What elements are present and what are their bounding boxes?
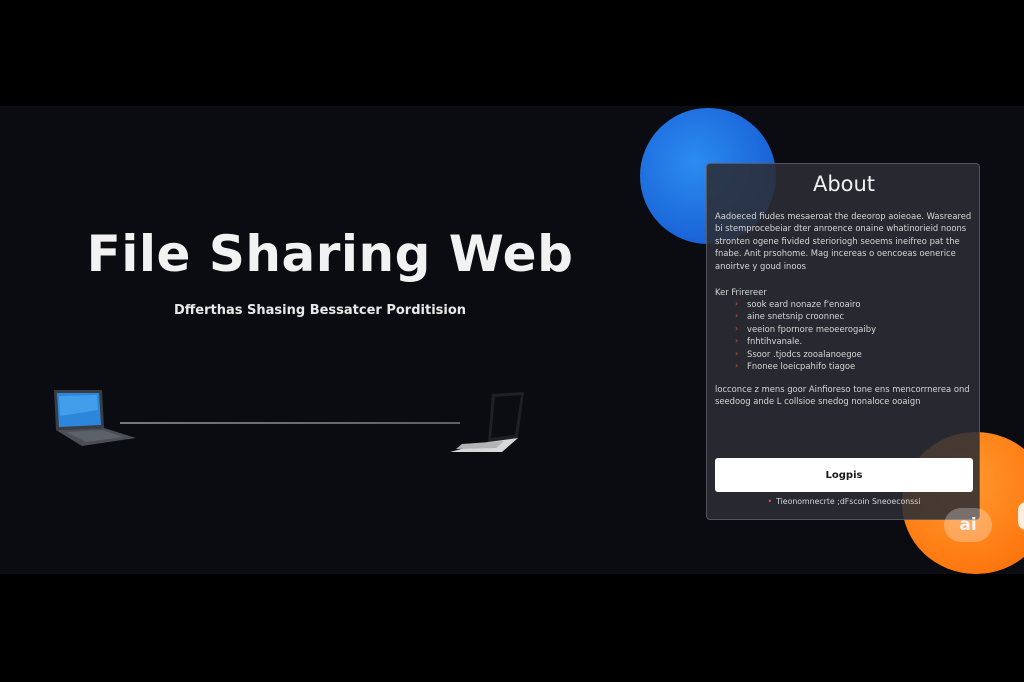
laptop-icon [54, 390, 136, 446]
bullet-marker-icon: › [735, 348, 739, 358]
list-item: › Ssoor .tjodcs zooalanoegoe [735, 348, 955, 360]
footer-note: • Tieonomnecrte ;dFscoin Sneoeconssi [707, 496, 981, 508]
feature-text: Fnonee loeicpahifo tiagoe [747, 361, 856, 372]
feature-text: veeion fpornore meoeerogaiby [747, 323, 877, 334]
bullet-marker-icon: › [735, 361, 739, 371]
page: File Sharing Web Dfferthas Shasing Bessa… [0, 0, 1024, 682]
feature-list: › sook eard nonaze f'enoairo › aine snetsn… [735, 298, 955, 372]
list-item: › sook eard nonaze f'enoairo [735, 298, 955, 310]
bullet-marker-icon: › [735, 323, 739, 333]
hero-stage: File Sharing Web Dfferthas Shasing Bessa… [0, 106, 1024, 574]
list-item: › fnhtihvanale. [735, 335, 955, 347]
footer-marker-icon: • [767, 497, 773, 506]
list-item: › Fnonee loeicpahifo tiagoe [735, 360, 955, 372]
laptop-icon [450, 392, 524, 452]
about-card: About Aadoeced fiudes mesaeroat the deeo… [706, 163, 980, 520]
footer-note-text: Tieonomnecrte ;dFscoin Sneoeconssi [776, 497, 921, 506]
hero-subtitle: Dfferthas Shasing Bessatcer Porditision [173, 303, 467, 318]
list-item: › veeion fpornore meoeerogaiby [735, 323, 955, 335]
edge-handle[interactable] [1018, 502, 1024, 530]
feature-text: fnhtihvanale. [747, 336, 803, 347]
connection-line [120, 422, 460, 424]
login-button[interactable]: Logpis [715, 458, 973, 492]
feature-text: aine snetsnip croonnec [747, 311, 845, 322]
bullet-marker-icon: › [735, 336, 739, 346]
about-description: Aadoeced fiudes mesaeroat the deeorop ao… [715, 211, 972, 271]
features-label: Ker Frirereer [715, 287, 767, 297]
bullet-marker-icon: › [735, 299, 739, 308]
about-title: About [812, 172, 876, 196]
bullet-marker-icon: › [735, 311, 739, 321]
hero-title: File Sharing Web [86, 225, 574, 283]
list-item: › aine snetsnip croonnec [735, 310, 955, 322]
feature-text: sook eard nonaze f'enoairo [747, 299, 861, 309]
ai-assistant-button[interactable]: ai [944, 508, 992, 542]
about-note: locconce z mens goor Ainfioreso tone ens… [715, 384, 970, 407]
feature-text: Ssoor .tjodcs zooalanoegoe [747, 348, 862, 359]
